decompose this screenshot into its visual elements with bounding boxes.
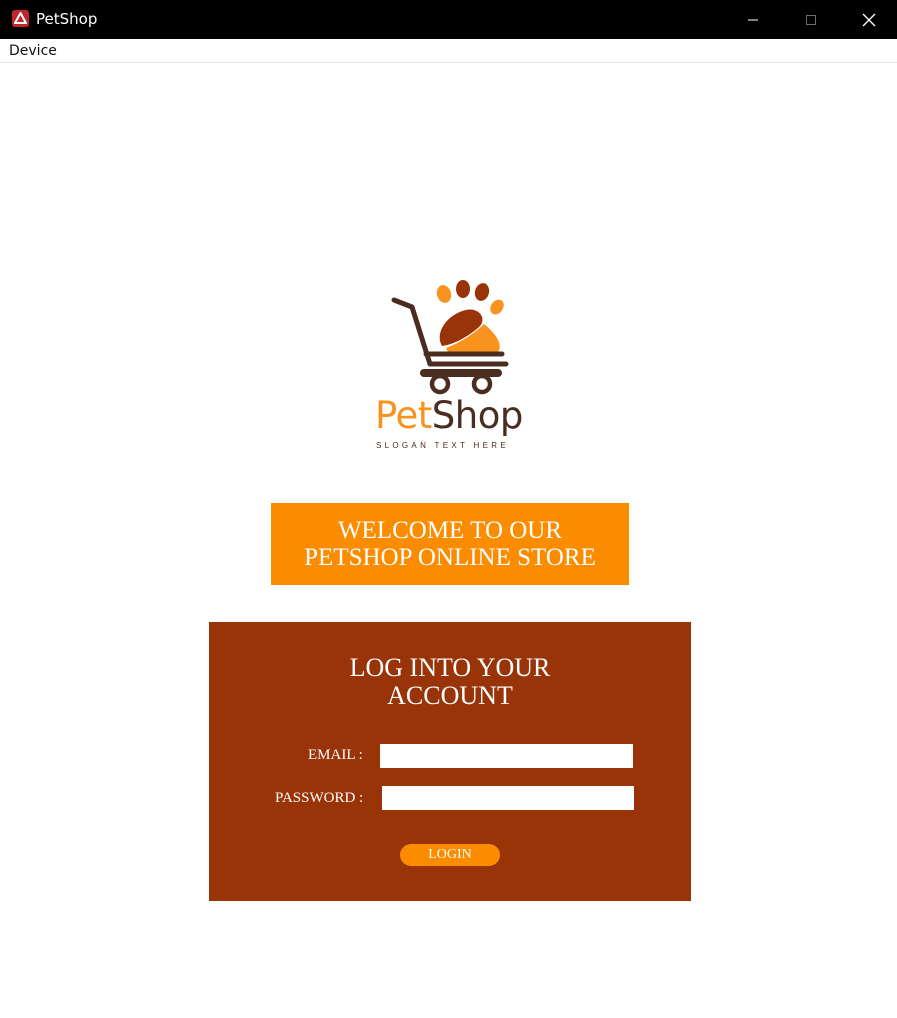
email-field[interactable] [380, 744, 633, 768]
window-titlebar: PetShop [0, 0, 897, 39]
app-logo-icon [12, 10, 29, 27]
password-field[interactable] [382, 786, 634, 810]
welcome-line-2: PETSHOP ONLINE STORE [304, 544, 596, 571]
login-heading-line-1: LOG INTO YOUR [349, 653, 551, 682]
maximize-button[interactable] [782, 0, 840, 39]
login-button[interactable]: LOGIN [400, 844, 500, 866]
close-icon [862, 13, 876, 26]
petshop-logo: PetShop SLOGAN TEXT HERE [368, 276, 528, 456]
window-title: PetShop [36, 10, 98, 28]
email-label: EMAIL : [308, 747, 363, 763]
welcome-banner: WELCOME TO OUR PETSHOP ONLINE STORE [271, 503, 629, 585]
maximize-icon [806, 14, 816, 25]
logo-word-pet: Pet [375, 394, 432, 437]
welcome-line-1: WELCOME TO OUR [337, 517, 563, 544]
menu-item-device[interactable]: Device [9, 43, 57, 59]
logo-slogan: SLOGAN TEXT HERE [376, 441, 509, 450]
menubar: Device [0, 39, 897, 63]
login-panel: LOG INTO YOUR ACCOUNT EMAIL : PASSWORD :… [209, 622, 691, 901]
password-label: PASSWORD : [275, 790, 364, 806]
minimize-icon [748, 19, 758, 20]
paw-cart-icon [391, 280, 509, 395]
logo-word-shop: Shop [431, 394, 524, 437]
login-heading-line-2: ACCOUNT [387, 681, 513, 710]
minimize-button[interactable] [724, 0, 782, 39]
login-heading: LOG INTO YOUR ACCOUNT [209, 654, 691, 710]
close-button[interactable] [840, 0, 897, 39]
logo-wordmark: PetShop [375, 396, 523, 436]
